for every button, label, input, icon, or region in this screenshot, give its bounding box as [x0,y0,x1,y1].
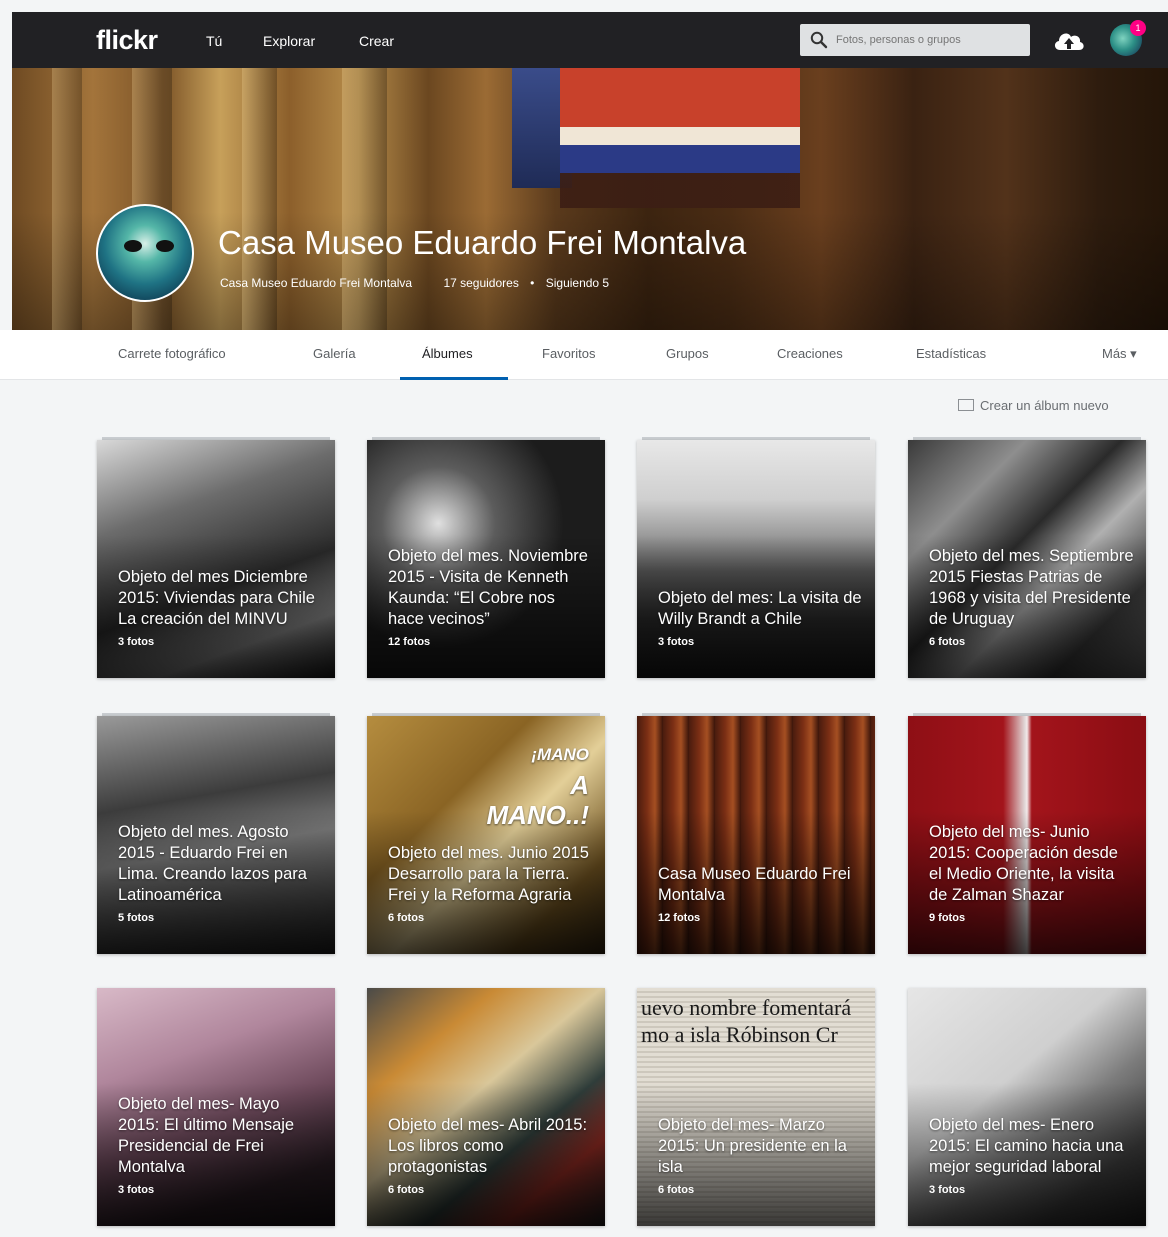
profile-name: Casa Museo Eduardo Frei Montalva [218,224,747,261]
search-input[interactable] [836,30,1021,50]
album-title: Objeto del mes- Abril 2015: Los libros c… [388,1116,588,1176]
create-album-link[interactable]: Crear un álbum nuevo [958,398,1109,413]
profile-tabs: Carrete fotográfico Galería Álbumes Favo… [0,330,1168,380]
album-count: 6 fotos [658,1184,695,1196]
album-card[interactable]: Objeto del mes- Junio 2015: Cooperación … [908,716,1146,954]
album-count: 6 fotos [388,1184,425,1196]
album-card[interactable]: uevo nombre fomentará mo a isla Róbinson… [637,988,875,1226]
album-card[interactable]: Objeto del mes: La visita de Willy Brand… [637,440,875,678]
album-card[interactable]: Objeto del mes. Agosto 2015 - Eduardo Fr… [97,716,335,954]
new-album-icon [958,399,974,411]
followers-link[interactable]: 17 seguidores [443,276,518,290]
tab-albumes[interactable]: Álbumes [422,346,473,361]
meta-separator: • [530,276,535,290]
create-album-label: Crear un álbum nuevo [980,398,1109,413]
upload-cloud-icon[interactable] [1052,26,1086,54]
album-card[interactable]: Objeto del mes- Enero 2015: El camino ha… [908,988,1146,1226]
album-count: 12 fotos [388,636,431,648]
album-count: 3 fotos [658,636,695,648]
following-link[interactable]: Siguiendo 5 [546,276,609,290]
nav-explorar[interactable]: Explorar [263,33,315,49]
album-title: Objeto del mes. Noviembre 2015 - Visita … [388,547,588,628]
tab-mas[interactable]: Más ▾ [1102,346,1137,362]
album-count: 3 fotos [929,1184,966,1196]
album-title: Objeto del mes. Septiembre 2015 Fiestas … [929,547,1134,628]
album-count: 6 fotos [388,912,425,924]
album-title: Objeto del mes Diciembre 2015: Viviendas… [118,568,315,628]
search-box[interactable] [800,24,1030,56]
album-count: 6 fotos [929,636,966,648]
flickr-logo[interactable]: flickr [96,25,158,56]
album-title: Objeto del mes: La visita de Willy Brand… [658,589,862,628]
profile-meta: Casa Museo Eduardo Frei Montalva 17 segu… [220,276,617,290]
album-card[interactable]: Objeto del mes- Mayo 2015: El último Men… [97,988,335,1226]
album-title: Objeto del mes- Junio 2015: Cooperación … [929,823,1118,904]
album-count: 5 fotos [118,912,155,924]
tab-galeria[interactable]: Galería [313,346,356,361]
notification-badge[interactable]: 1 [1130,20,1146,36]
album-title: Objeto del mes- Enero 2015: El camino ha… [929,1116,1124,1176]
search-icon [810,31,828,49]
album-card[interactable]: Objeto del mes Diciembre 2015: Viviendas… [97,440,335,678]
nav-tu[interactable]: Tú [206,33,222,49]
active-tab-indicator [400,377,508,380]
album-count: 9 fotos [929,912,966,924]
tab-carrete[interactable]: Carrete fotográfico [118,346,226,361]
album-count: 3 fotos [118,1184,155,1196]
cover-flag [560,68,800,208]
profile-owner: Casa Museo Eduardo Frei Montalva [220,276,413,290]
tab-creaciones[interactable]: Creaciones [777,346,843,361]
album-card[interactable]: Objeto del mes. Septiembre 2015 Fiestas … [908,440,1146,678]
album-title: Objeto del mes- Marzo 2015: Un president… [658,1116,847,1176]
album-card[interactable]: Objeto del mes. Noviembre 2015 - Visita … [367,440,605,678]
album-count: 12 fotos [658,912,701,924]
newspaper-headline: uevo nombre fomentará mo a isla Róbinson… [641,995,852,1047]
album-title: Casa Museo Eduardo Frei Montalva [658,865,851,904]
tab-grupos[interactable]: Grupos [666,346,709,361]
album-title: Objeto del mes. Agosto 2015 - Eduardo Fr… [118,823,307,904]
album-title: Objeto del mes. Junio 2015 Desarrollo pa… [388,844,589,904]
album-card[interactable]: ¡MANO A MANO..! Objeto del mes. Junio 20… [367,716,605,954]
profile-avatar[interactable] [96,204,194,302]
tab-favoritos[interactable]: Favoritos [542,346,595,361]
poster-slogan: ¡MANO A MANO..! [486,745,589,830]
album-card[interactable]: Casa Museo Eduardo Frei Montalva 12 foto… [637,716,875,954]
cover-banner: Casa Museo Eduardo Frei Montalva Casa Mu… [12,68,1168,330]
album-title: Objeto del mes- Mayo 2015: El último Men… [118,1095,295,1176]
nav-crear[interactable]: Crear [359,33,394,49]
album-count: 3 fotos [118,636,155,648]
top-navigation-bar: flickr Tú Explorar Crear 1 [12,12,1168,68]
album-card[interactable]: Objeto del mes- Abril 2015: Los libros c… [367,988,605,1226]
tab-estadisticas[interactable]: Estadísticas [916,346,986,361]
